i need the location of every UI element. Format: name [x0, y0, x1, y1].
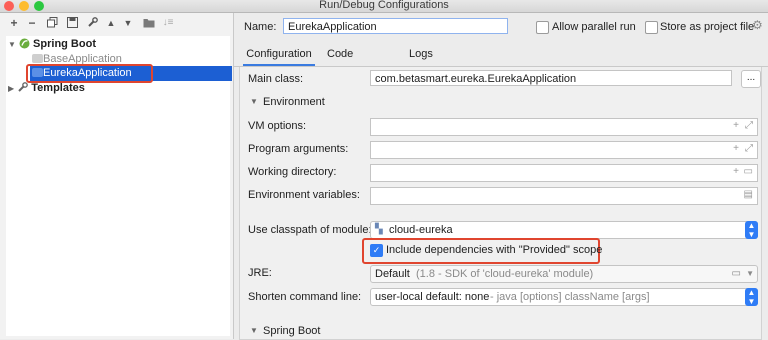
classpath-module-value: cloud-eureka [389, 224, 453, 236]
move-down-icon[interactable]: ▼ [122, 17, 134, 29]
shorten-command-line-value: user-local default: none [375, 291, 490, 303]
expand-icon[interactable]: ⤢ [745, 120, 753, 131]
chevron-down-icon[interactable]: ▼ [250, 326, 258, 335]
store-as-project-file-label: Store as project file [660, 21, 755, 33]
remove-icon[interactable]: − [26, 17, 38, 29]
title-bar: Run/Debug Configurations [0, 0, 768, 13]
add-icon[interactable]: + [733, 120, 739, 131]
shorten-command-line-label: Shorten command line: [248, 291, 362, 303]
spring-boot-section-header[interactable]: Spring Boot [263, 325, 320, 337]
program-arguments-label: Program arguments: [248, 143, 349, 155]
environment-variables-input[interactable]: ▤ [370, 187, 758, 205]
configurations-sidebar: + − ▲ ▼ ↓≡ ▼ Spring Boot BaseApplication [0, 13, 234, 339]
folder-icon[interactable]: ▭ [744, 166, 753, 177]
configuration-panel: Main class: com.betasmart.eureka.EurekaA… [239, 67, 762, 340]
chevron-right-icon[interactable]: ▶ [8, 84, 14, 93]
shorten-command-line-hint: - java [options] className [args] [490, 291, 650, 303]
vm-options-label: VM options: [248, 120, 307, 132]
name-label: Name: [244, 21, 277, 33]
spring-app-icon [32, 54, 43, 63]
configuration-tree: ▼ Spring Boot BaseApplication EurekaAppl… [6, 36, 232, 336]
working-directory-input[interactable]: + ▭ [370, 164, 758, 182]
spring-leaf-icon [19, 38, 30, 49]
include-provided-scope-label: Include dependencies with "Provided" sco… [386, 244, 603, 256]
classpath-module-label: Use classpath of module: [248, 224, 372, 236]
chevron-down-icon[interactable]: ▼ [746, 266, 754, 282]
allow-parallel-run-label: Allow parallel run [552, 21, 636, 33]
environment-variables-label: Environment variables: [248, 189, 360, 201]
sidebar-toolbar: + − ▲ ▼ ↓≡ [0, 13, 233, 35]
dropdown-arrows-icon[interactable]: ▲ ▼ [745, 221, 758, 239]
vm-options-input[interactable]: + ⤢ [370, 118, 758, 136]
jre-select[interactable]: Default (1.8 - SDK of 'cloud-eureka' mod… [370, 265, 758, 283]
configuration-editor: Name: EurekaApplication Allow parallel r… [234, 13, 768, 340]
classpath-module-select[interactable]: ▚ cloud-eureka ▲ ▼ [370, 221, 758, 239]
edit-document-icon[interactable]: ▤ [744, 189, 753, 200]
tab-configuration[interactable]: Configuration [243, 44, 315, 66]
expand-icon[interactable]: ⤢ [745, 143, 753, 154]
store-as-project-file-checkbox[interactable] [645, 21, 658, 34]
wrench-icon [17, 82, 29, 93]
include-provided-scope-checkbox[interactable]: ✓ [370, 244, 383, 257]
allow-parallel-run-checkbox[interactable] [536, 21, 549, 34]
window-title: Run/Debug Configurations [319, 0, 449, 11]
dropdown-arrows-icon[interactable]: ▲ ▼ [745, 288, 758, 306]
move-up-icon[interactable]: ▲ [105, 17, 117, 29]
main-class-label: Main class: [248, 73, 304, 85]
tab-code-coverage[interactable]: Code Coverage [327, 44, 375, 80]
jre-label: JRE: [248, 267, 272, 279]
tree-node-templates[interactable]: ▶ Templates [8, 81, 85, 96]
tab-label: Configuration [246, 48, 312, 60]
tree-node-label: Spring Boot [33, 38, 96, 50]
chevron-down-icon[interactable]: ▼ [250, 97, 258, 106]
environment-section-header[interactable]: Environment [263, 96, 325, 108]
tab-logs[interactable]: Logs [409, 44, 433, 64]
tree-node-label: Templates [31, 82, 85, 94]
module-folder-icon: ▚ [375, 224, 383, 235]
main-class-input[interactable]: com.betasmart.eureka.EurekaApplication [370, 70, 732, 86]
chevron-down-icon[interactable]: ▼ [8, 40, 16, 49]
working-directory-label: Working directory: [248, 166, 337, 178]
folder-icon[interactable]: ▭ [732, 266, 741, 282]
sort-icon[interactable]: ↓≡ [162, 17, 174, 29]
jre-hint: (1.8 - SDK of 'cloud-eureka' module) [416, 268, 594, 280]
folder-icon[interactable] [143, 17, 155, 29]
tree-node-spring-boot[interactable]: ▼ Spring Boot [8, 37, 96, 52]
jre-value: Default [375, 268, 410, 280]
add-icon[interactable]: + [733, 166, 739, 177]
browse-main-class-button[interactable]: ... [741, 70, 761, 88]
name-input[interactable]: EurekaApplication [283, 18, 508, 34]
wrench-icon[interactable] [86, 17, 98, 29]
copy-icon[interactable] [46, 17, 58, 29]
add-icon[interactable]: + [733, 143, 739, 154]
gear-icon[interactable]: ⚙ [752, 18, 763, 32]
shorten-command-line-select[interactable]: user-local default: none - java [options… [370, 288, 758, 306]
add-icon[interactable]: + [8, 17, 20, 29]
save-icon[interactable] [66, 17, 78, 29]
program-arguments-input[interactable]: + ⤢ [370, 141, 758, 159]
